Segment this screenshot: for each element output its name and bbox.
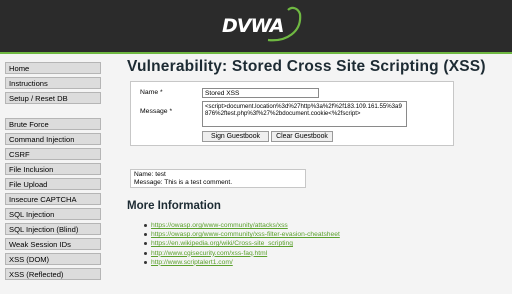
reference-link[interactable]: https://owasp.org/www-community/attacks/… [151, 222, 288, 229]
menu-item-csrf[interactable]: CSRF [5, 148, 101, 160]
entry-message: Message: This is a test comment. [134, 178, 233, 186]
message-label: Message * [140, 108, 173, 115]
dvwa-logo[interactable]: DVWA [216, 6, 312, 46]
name-input[interactable] [202, 88, 319, 98]
reference-link[interactable]: https://en.wikipedia.org/wiki/Cross-site… [151, 240, 293, 247]
menu-item-setup-reset-db[interactable]: Setup / Reset DB [5, 92, 101, 104]
menu-item-weak-session-ids[interactable]: Weak Session IDs [5, 238, 101, 250]
more-information-heading: More Information [127, 200, 221, 212]
menu-item-xss-dom[interactable]: XSS (DOM) [5, 253, 101, 265]
header-bar: DVWA [0, 0, 512, 54]
menu-item-command-injection[interactable]: Command Injection [5, 133, 101, 145]
list-item: https://en.wikipedia.org/wiki/Cross-site… [144, 239, 340, 248]
reference-links-list: https://owasp.org/www-community/attacks/… [144, 221, 340, 267]
menu-item-brute-force[interactable]: Brute Force [5, 118, 101, 130]
menu-item-home[interactable]: Home [5, 62, 101, 74]
clear-guestbook-button[interactable]: Clear Guestbook [271, 131, 333, 142]
name-label: Name * [140, 89, 163, 96]
menu-group-general: Home Instructions Setup / Reset DB [5, 62, 103, 104]
sidebar-menu: Home Instructions Setup / Reset DB Brute… [5, 62, 103, 294]
list-item: https://owasp.org/www-community/xss-filt… [144, 230, 340, 239]
menu-item-sql-injection[interactable]: SQL Injection [5, 208, 101, 220]
sign-guestbook-button[interactable]: Sign Guestbook [202, 131, 269, 142]
reference-link[interactable]: http://www.scriptalert1.com/ [151, 259, 233, 266]
menu-item-file-inclusion[interactable]: File Inclusion [5, 163, 101, 175]
guestbook-entry: Name: test Message: This is a test comme… [130, 169, 306, 188]
menu-item-xss-reflected[interactable]: XSS (Reflected) [5, 268, 101, 280]
menu-item-sql-injection-blind[interactable]: SQL Injection (Blind) [5, 223, 101, 235]
list-item: https://owasp.org/www-community/attacks/… [144, 221, 340, 230]
menu-item-insecure-captcha[interactable]: Insecure CAPTCHA [5, 193, 101, 205]
entry-name: Name: test [134, 171, 166, 178]
list-item: http://www.scriptalert1.com/ [144, 258, 340, 267]
logo-text: DVWA [222, 15, 284, 37]
guestbook-form: Name * Message * <script>document.locati… [130, 81, 454, 146]
menu-group-vulnerabilities: Brute Force Command Injection CSRF File … [5, 118, 103, 280]
menu-item-file-upload[interactable]: File Upload [5, 178, 101, 190]
list-item: http://www.cgisecurity.com/xss-faq.html [144, 249, 340, 258]
page-title: Vulnerability: Stored Cross Site Scripti… [127, 58, 486, 75]
reference-link[interactable]: http://www.cgisecurity.com/xss-faq.html [151, 250, 267, 257]
reference-link[interactable]: https://owasp.org/www-community/xss-filt… [151, 231, 340, 238]
menu-item-instructions[interactable]: Instructions [5, 77, 101, 89]
message-textarea[interactable]: <script>document.location%3d%27http%3a%2… [202, 101, 407, 127]
main-content: Vulnerability: Stored Cross Site Scripti… [124, 54, 504, 266]
